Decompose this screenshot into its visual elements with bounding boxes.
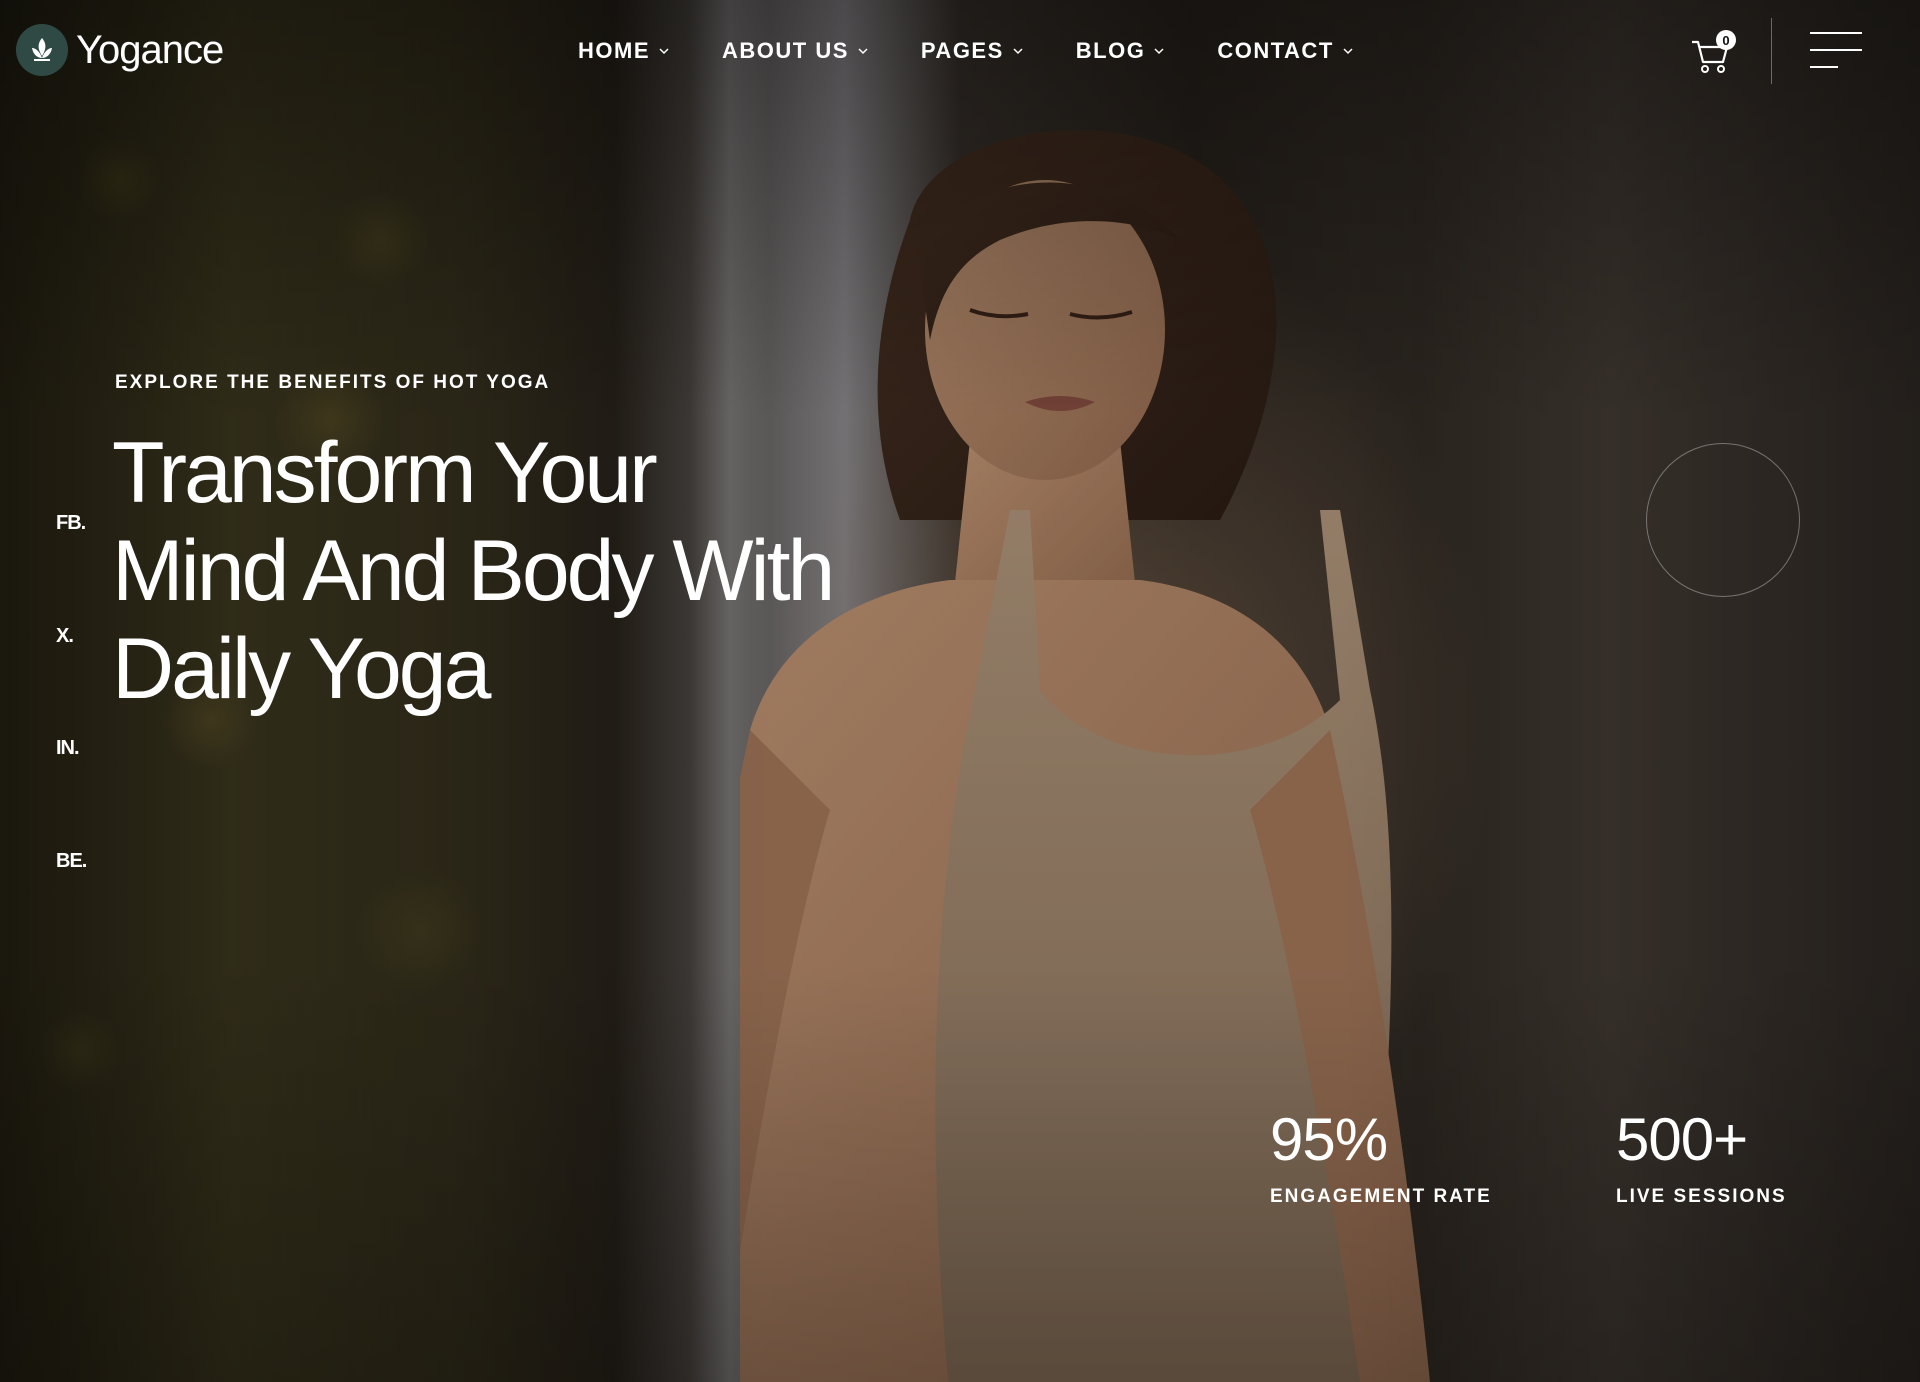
brand-name: Yogance: [76, 27, 224, 72]
hero-title-line: Daily Yoga: [112, 621, 491, 717]
nav-item-label: HOME: [578, 38, 650, 63]
social-link-behance[interactable]: BE.: [56, 850, 87, 873]
hero-title: Transform Your Mind And Body With Daily …: [112, 424, 872, 718]
nav-item-label: BLOG: [1075, 38, 1146, 63]
lotus-icon: [16, 24, 68, 76]
chevron-down-icon: [1154, 48, 1164, 55]
nav-item-pages[interactable]: PAGES: [921, 36, 1024, 66]
cart-button[interactable]: 0: [1690, 30, 1736, 76]
stat-live-sessions: 500+ LIVE SESSIONS: [1616, 1108, 1787, 1208]
hamburger-menu-icon[interactable]: [1810, 30, 1864, 70]
stat-engagement: 95% ENGAGEMENT RATE: [1270, 1108, 1492, 1208]
hero-eyebrow: EXPLORE THE BENEFITS OF HOT YOGA: [115, 372, 551, 393]
nav-item-label: PAGES: [920, 38, 1004, 63]
chevron-down-icon: [858, 48, 868, 55]
chevron-down-icon: [1013, 48, 1023, 55]
stat-label: ENGAGEMENT RATE: [1270, 1186, 1492, 1207]
chevron-down-icon: [659, 48, 669, 55]
header-divider: [1771, 18, 1772, 84]
hero-title-line: Mind And Body With: [112, 523, 835, 619]
nav-item-about-us[interactable]: ABOUT US: [722, 36, 869, 66]
cart-count-badge: 0: [1716, 30, 1736, 50]
social-link-x[interactable]: X.: [56, 625, 74, 648]
hero-section: Yogance HOME ABOUT US PAGES BLOG CONTACT: [0, 0, 1920, 1382]
decorative-circle-button[interactable]: [1646, 443, 1800, 597]
social-link-linkedin[interactable]: IN.: [56, 737, 80, 760]
stat-label: LIVE SESSIONS: [1616, 1186, 1787, 1207]
nav-item-label: CONTACT: [1217, 38, 1334, 63]
stat-value: 95%: [1270, 1106, 1388, 1173]
social-link-facebook[interactable]: FB.: [56, 512, 86, 535]
hero-title-line: Transform Your: [112, 425, 658, 521]
logo[interactable]: Yogance: [16, 24, 224, 76]
nav-item-blog[interactable]: BLOG: [1076, 36, 1166, 66]
site-header: Yogance HOME ABOUT US PAGES BLOG CONTACT: [0, 0, 1920, 100]
stat-value: 500+: [1616, 1106, 1748, 1173]
main-nav: HOME ABOUT US PAGES BLOG CONTACT: [578, 36, 1406, 66]
nav-item-contact[interactable]: CONTACT: [1217, 36, 1353, 66]
nav-item-label: ABOUT US: [722, 38, 849, 63]
nav-item-home[interactable]: HOME: [578, 36, 670, 66]
chevron-down-icon: [1343, 48, 1353, 55]
